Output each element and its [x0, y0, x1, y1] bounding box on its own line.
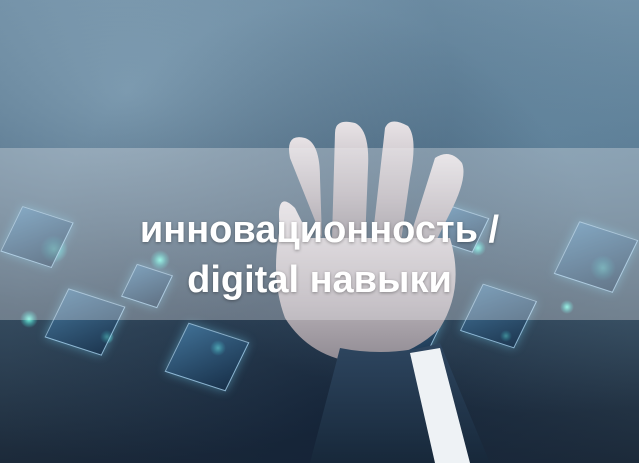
caption-line-1: инновационность / [139, 209, 500, 251]
floating-cube [164, 322, 250, 392]
caption-line-2: digital навыки [187, 259, 452, 301]
slide-caption: инновационность / digital навыки [0, 205, 639, 305]
slide-background-photo: инновационность / digital навыки [0, 0, 639, 463]
